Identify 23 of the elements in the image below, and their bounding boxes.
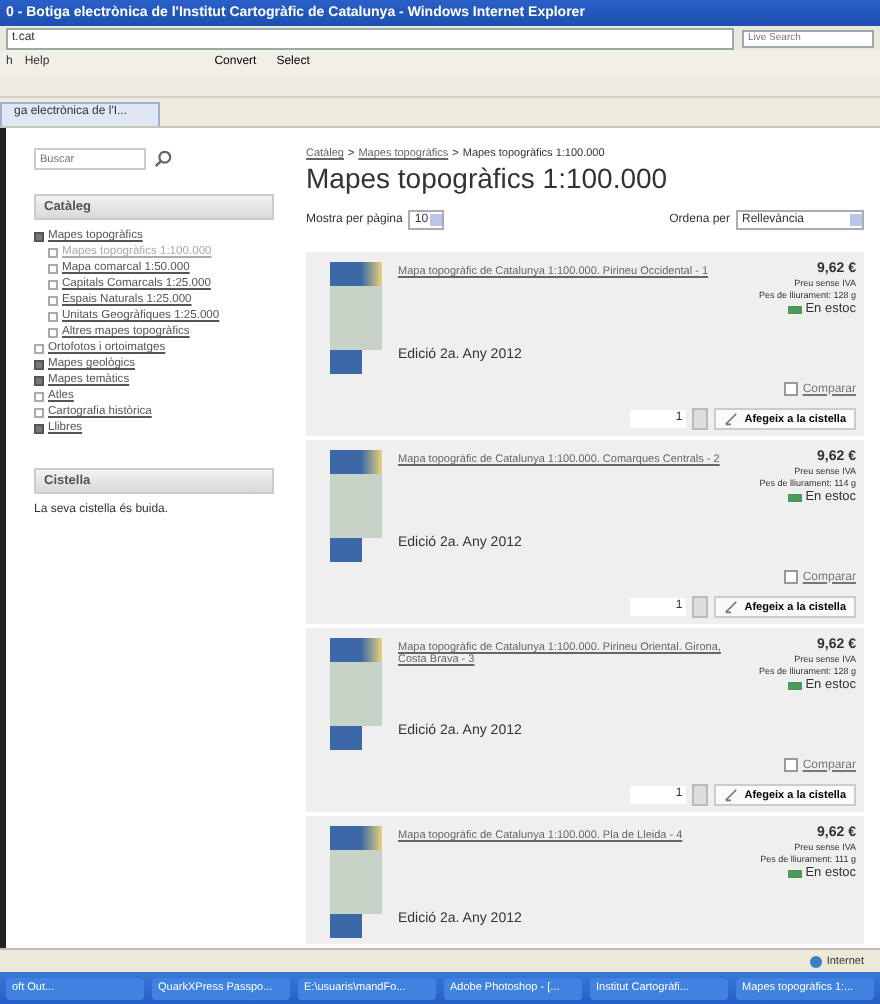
bullet-icon (48, 263, 58, 273)
page-heading: Mapes topogràfics 1:100.000 (306, 162, 670, 194)
compare-checkbox[interactable] (784, 570, 799, 584)
map-thumbnail (330, 638, 382, 750)
bullet-icon (48, 295, 58, 305)
spinner-icon[interactable] (692, 596, 709, 618)
map-thumbnail (330, 450, 382, 562)
bullet-icon (48, 247, 58, 257)
map-thumbnail (330, 826, 382, 938)
compare-checkbox[interactable] (784, 382, 799, 396)
stock-icon (787, 681, 802, 689)
bullet-icon (48, 327, 58, 337)
map-thumbnail (330, 262, 382, 374)
bullet-icon (48, 279, 58, 289)
search-icon[interactable] (154, 150, 172, 168)
stock-icon (787, 869, 802, 877)
spinner-icon[interactable] (692, 784, 709, 806)
stock-icon (787, 493, 802, 501)
globe-icon (810, 955, 823, 967)
spinner-icon[interactable] (692, 408, 709, 430)
stock-icon (787, 305, 802, 313)
compare-checkbox[interactable] (784, 758, 799, 772)
bullet-icon (48, 311, 58, 321)
